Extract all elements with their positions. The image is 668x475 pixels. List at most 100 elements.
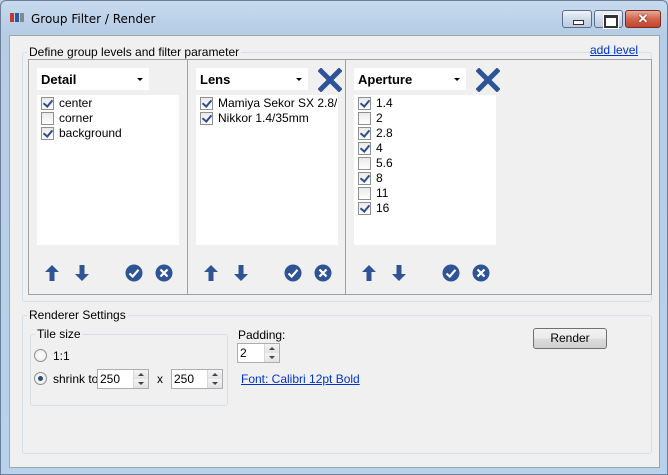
renderer-settings-title: Renderer Settings: [27, 308, 128, 322]
stepper-arrows: [133, 370, 148, 388]
window-title: Group Filter / Render: [31, 12, 156, 26]
list-item[interactable]: Nikkor 1.4/35mm: [197, 111, 337, 126]
tile-height-stepper[interactable]: 250: [171, 369, 223, 389]
radio-shrink-label: shrink to: [53, 372, 99, 386]
checkbox[interactable]: [200, 97, 213, 110]
font-link[interactable]: Font: Calibri 12pt Bold: [241, 372, 360, 386]
list-item[interactable]: Mamiya Sekor SX 2.8/35mm: [197, 96, 337, 111]
check-all-icon[interactable]: [125, 264, 143, 282]
list-item-label: 2: [376, 111, 383, 125]
tile-size-title: Tile size: [35, 327, 83, 341]
checkbox[interactable]: [358, 172, 371, 185]
level-panel-detail: Detail center corner background: [29, 60, 187, 294]
minimize-button[interactable]: [562, 10, 592, 28]
checkbox[interactable]: [358, 202, 371, 215]
move-up-icon[interactable]: [360, 264, 378, 282]
radio-1to1[interactable]: [34, 349, 47, 362]
increment-icon[interactable]: [134, 370, 148, 379]
level-combo-value: Aperture: [358, 72, 413, 87]
list-item[interactable]: corner: [38, 111, 178, 126]
padding-label: Padding:: [238, 328, 286, 342]
move-up-icon[interactable]: [43, 264, 61, 282]
minimize-icon: [563, 11, 591, 27]
move-up-icon[interactable]: [202, 264, 220, 282]
level-combo-detail[interactable]: Detail: [37, 68, 149, 90]
level-combo-value: Lens: [200, 72, 231, 87]
decrement-icon[interactable]: [134, 379, 148, 388]
list-item-label: center: [59, 96, 93, 110]
filter-checklist-detail[interactable]: center corner background: [37, 95, 179, 245]
checkbox[interactable]: [200, 112, 213, 125]
checkbox[interactable]: [358, 142, 371, 155]
close-button[interactable]: ✕: [625, 10, 661, 28]
maximize-button[interactable]: [594, 10, 623, 28]
list-item[interactable]: 5.6: [355, 156, 495, 171]
list-item[interactable]: center: [38, 96, 178, 111]
list-item[interactable]: 11: [355, 186, 495, 201]
list-item-label: background: [59, 126, 122, 140]
filter-checklist-lens[interactable]: Mamiya Sekor SX 2.8/35mm Nikkor 1.4/35mm: [196, 95, 338, 245]
increment-icon[interactable]: [208, 370, 222, 379]
increment-icon[interactable]: [265, 344, 279, 353]
checkbox[interactable]: [358, 127, 371, 140]
list-item-label: 11: [376, 186, 389, 200]
level-combo-value: Detail: [41, 72, 77, 87]
title-bar[interactable]: Group Filter / Render ✕: [1, 1, 667, 35]
list-item[interactable]: 8: [355, 171, 495, 186]
decrement-icon[interactable]: [208, 379, 222, 388]
uncheck-all-icon[interactable]: [314, 264, 332, 282]
check-all-icon[interactable]: [442, 264, 460, 282]
level-combo-lens[interactable]: Lens: [196, 68, 308, 90]
client-area: Define group levels and filter parameter…: [9, 35, 660, 468]
list-item-label: 5.6: [376, 156, 393, 170]
radio-1to1-label: 1:1: [53, 349, 70, 363]
chevron-down-icon[interactable]: [290, 69, 307, 89]
move-down-icon[interactable]: [73, 264, 91, 282]
decrement-icon[interactable]: [265, 353, 279, 362]
radio-shrink-to[interactable]: [34, 372, 47, 385]
stepper-arrows: [207, 370, 222, 388]
list-item[interactable]: 1.4: [355, 96, 495, 111]
list-item[interactable]: 2: [355, 111, 495, 126]
check-all-icon[interactable]: [284, 264, 302, 282]
remove-level-icon[interactable]: [318, 68, 342, 92]
list-item-label: 2.8: [376, 126, 393, 140]
checkbox[interactable]: [358, 157, 371, 170]
list-item-label: corner: [59, 111, 94, 125]
checkbox[interactable]: [358, 97, 371, 110]
remove-level-icon[interactable]: [476, 68, 500, 92]
level-combo-aperture[interactable]: Aperture: [354, 68, 466, 90]
move-down-icon[interactable]: [390, 264, 408, 282]
chevron-down-icon[interactable]: [131, 69, 148, 89]
checkbox[interactable]: [41, 97, 54, 110]
uncheck-all-icon[interactable]: [472, 264, 490, 282]
list-item-label: Nikkor 1.4/35mm: [218, 111, 309, 125]
list-item[interactable]: 2.8: [355, 126, 495, 141]
list-item-label: 16: [376, 201, 390, 215]
add-level-link[interactable]: add level: [590, 43, 638, 57]
move-down-icon[interactable]: [232, 264, 250, 282]
padding-stepper[interactable]: 2: [237, 343, 280, 363]
chevron-down-icon[interactable]: [448, 69, 465, 89]
uncheck-all-icon[interactable]: [155, 264, 173, 282]
filter-group-title: Define group levels and filter parameter: [27, 45, 242, 59]
render-button[interactable]: Render: [533, 328, 607, 349]
close-icon: ✕: [637, 11, 649, 26]
tile-width-stepper[interactable]: 250: [97, 369, 149, 389]
checkbox[interactable]: [41, 127, 54, 140]
list-item-label: 8: [376, 171, 383, 185]
level-panel-aperture: Aperture 1.4 2 2.8 4 5.6 8 11 16: [345, 60, 651, 294]
list-item[interactable]: 16: [355, 201, 495, 216]
tile-width-value: 250: [100, 372, 121, 386]
maximize-icon: [595, 11, 622, 28]
list-item[interactable]: background: [38, 126, 178, 141]
checkbox[interactable]: [358, 112, 371, 125]
list-item[interactable]: 4: [355, 141, 495, 156]
app-window: Group Filter / Render ✕ Define group lev…: [0, 0, 668, 475]
checkbox[interactable]: [358, 187, 371, 200]
filter-checklist-aperture[interactable]: 1.4 2 2.8 4 5.6 8 11 16: [354, 95, 496, 245]
level-panel-lens: Lens Mamiya Sekor SX 2.8/35mm Nikkor 1.4…: [187, 60, 345, 294]
times-label: x: [157, 372, 163, 386]
stepper-arrows: [264, 344, 279, 362]
checkbox[interactable]: [41, 112, 54, 125]
